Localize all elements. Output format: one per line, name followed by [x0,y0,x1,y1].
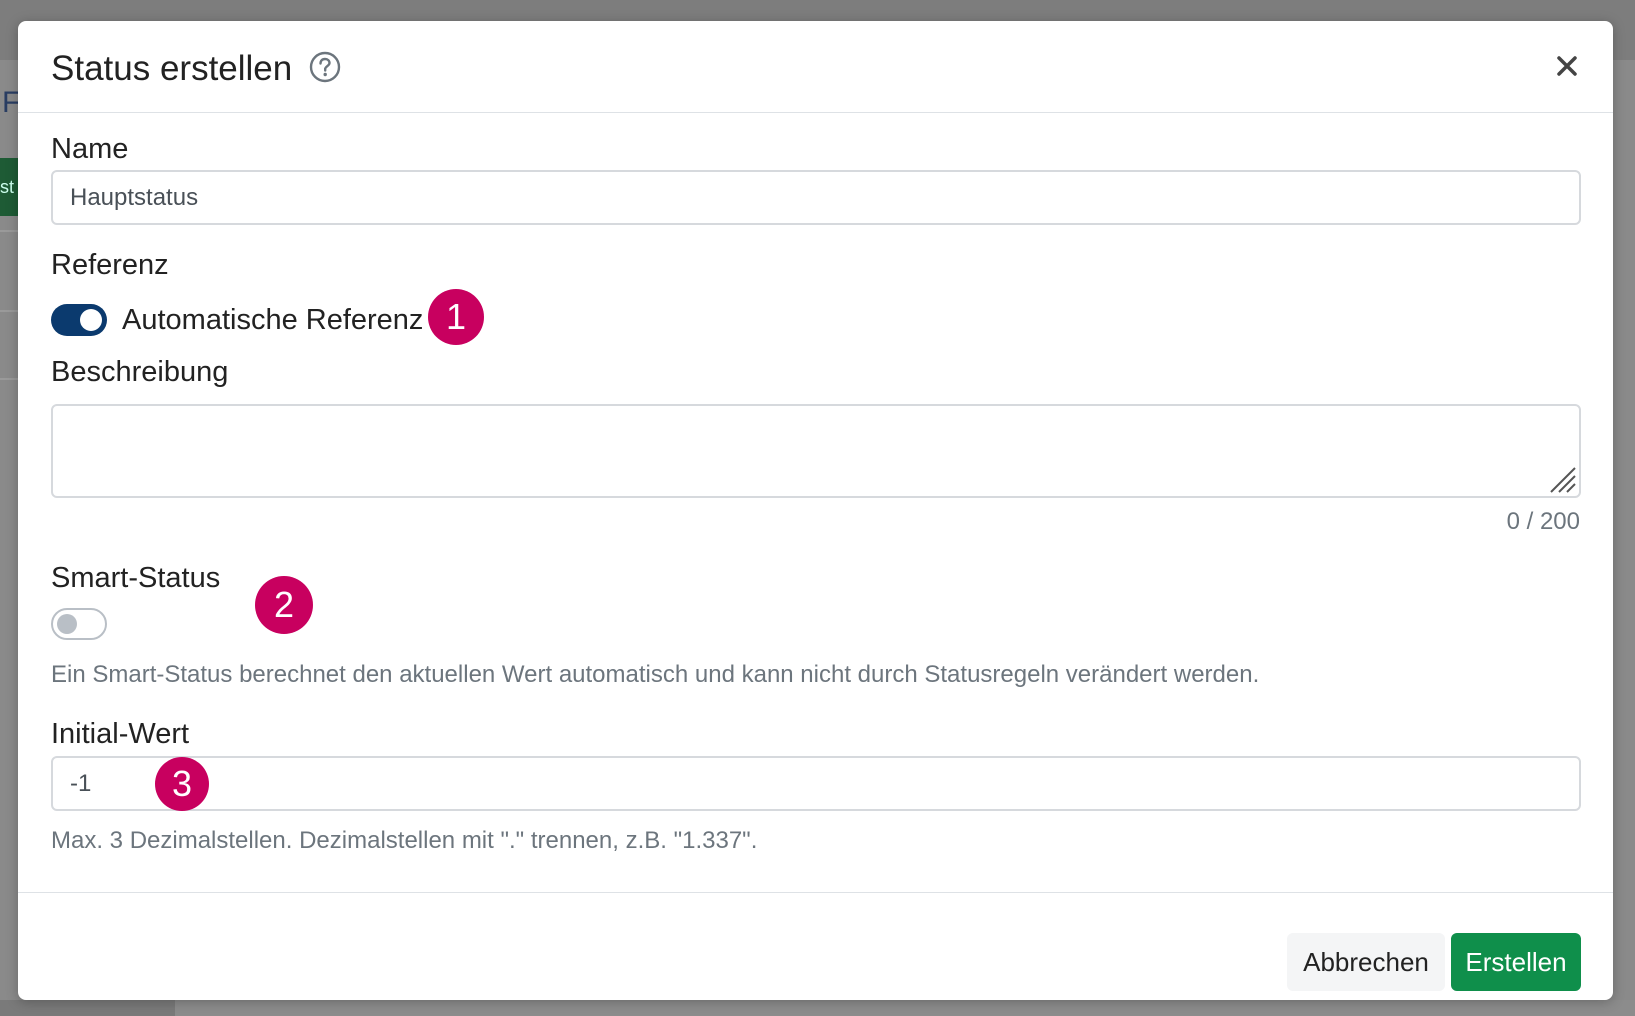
background-footer [0,1000,1635,1016]
auto-reference-toggle[interactable] [51,304,107,336]
background-divider [0,230,18,232]
annotation-badge-1: 1 [428,289,484,345]
initial-value-help: Max. 3 Dezimalstellen. Dezimalstellen mi… [51,827,758,854]
create-button[interactable]: Erstellen [1451,933,1581,991]
toggle-knob [80,309,102,331]
reference-label: Referenz [51,249,169,281]
name-input[interactable]: Hauptstatus [51,170,1581,225]
description-counter: 0 / 200 [1506,508,1580,535]
modal-footer: Abbrechen Erstellen [18,892,1613,1001]
initial-value-input[interactable]: -1 [51,756,1581,811]
smart-status-label: Smart-Status [51,562,221,594]
description-label: Beschreibung [51,356,229,388]
create-status-modal: Status erstellen Name Hauptstatus Refere… [18,21,1613,1000]
background-sidebar [0,1000,175,1016]
smart-status-toggle[interactable] [51,608,107,640]
question-circle-icon[interactable] [309,51,341,83]
initial-value-label: Initial-Wert [51,718,190,750]
cancel-button[interactable]: Abbrechen [1287,933,1445,991]
description-textarea[interactable] [51,404,1581,498]
background-divider [0,378,18,380]
background-button: st [0,158,18,216]
modal-title: Status erstellen [51,49,293,88]
name-label: Name [51,133,129,165]
annotation-badge-3: 3 [155,757,209,811]
annotation-badge-2: 2 [255,576,313,634]
auto-reference-label: Automatische Referenz [122,304,424,336]
close-icon[interactable] [1552,51,1582,81]
toggle-knob [57,614,77,634]
resize-grip-icon[interactable] [1547,464,1577,494]
background-divider [0,310,18,312]
smart-status-help: Ein Smart-Status berechnet den aktuellen… [51,661,1260,688]
modal-header: Status erstellen [18,21,1613,113]
